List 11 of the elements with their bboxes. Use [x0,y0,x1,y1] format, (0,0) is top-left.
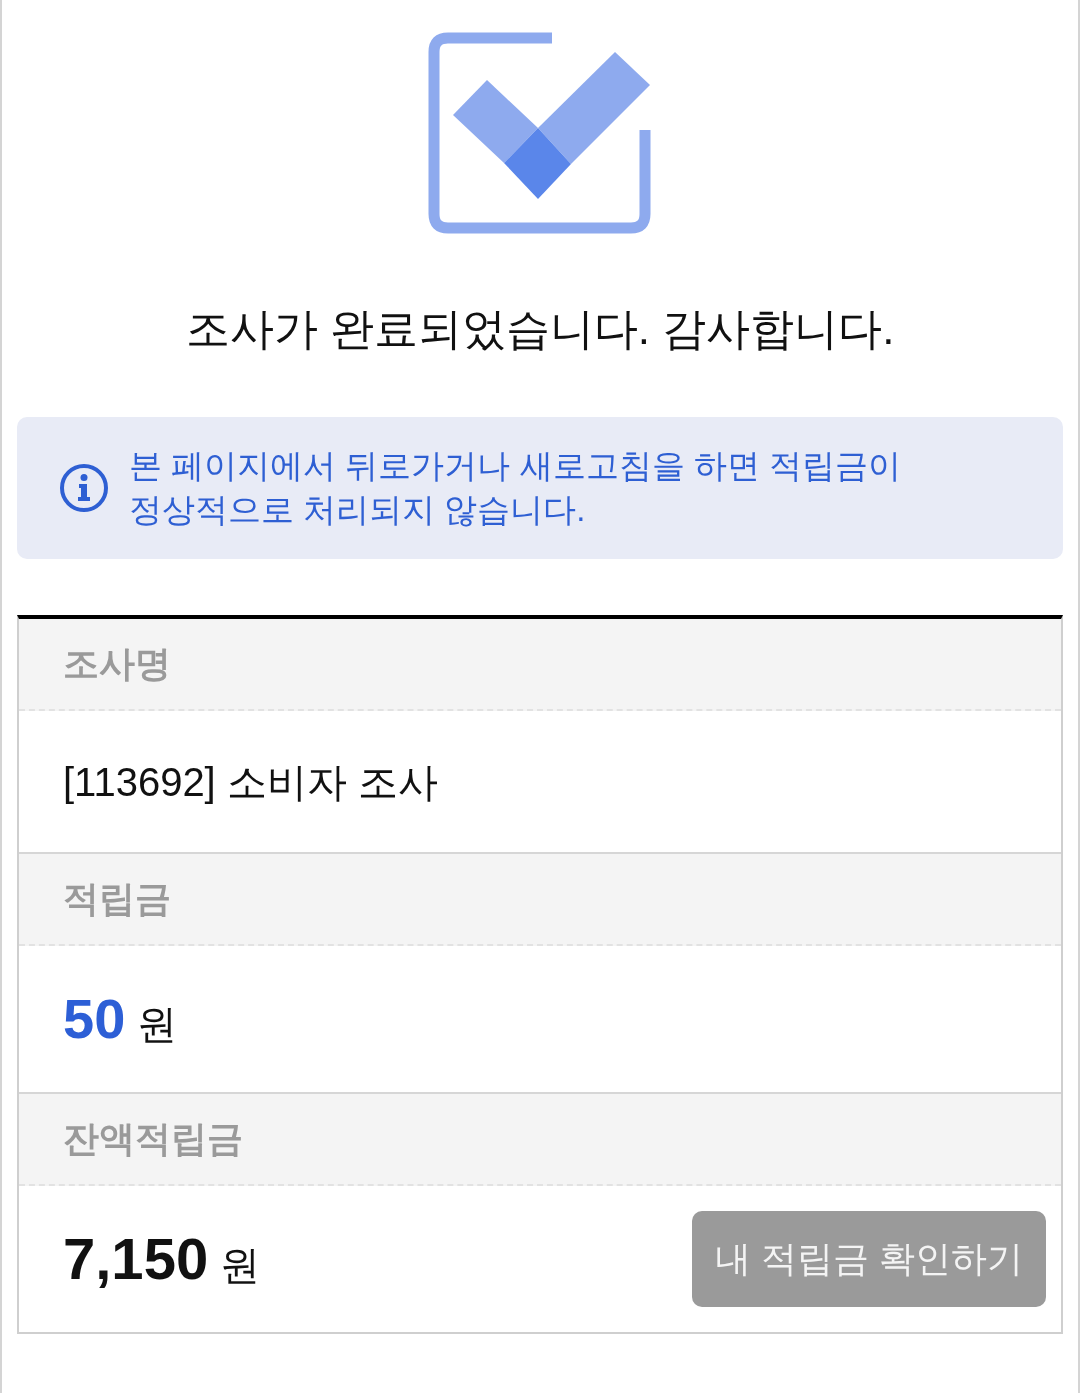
survey-name: [113692] 소비자 조사 [63,761,438,802]
balance-amount: 7,150 원 [63,1230,261,1288]
row-label: 잔액적립금 [63,1121,243,1157]
row-label: 조사명 [63,646,171,682]
reward-amount: 50 원 [63,991,178,1047]
info-icon [59,463,109,513]
check-my-points-button[interactable]: 내 적립금 확인하기 [692,1211,1046,1307]
notice-text: 본 페이지에서 뒤로가거나 새로고침을 하면 적립금이 정상적으로 처리되지 않습니다. [129,446,901,530]
checkbox-check-icon [428,32,652,235]
row-label: 적립금 [63,881,171,917]
completion-title: 조사가 완료되었습니다. 감사합니다. [184,307,896,351]
